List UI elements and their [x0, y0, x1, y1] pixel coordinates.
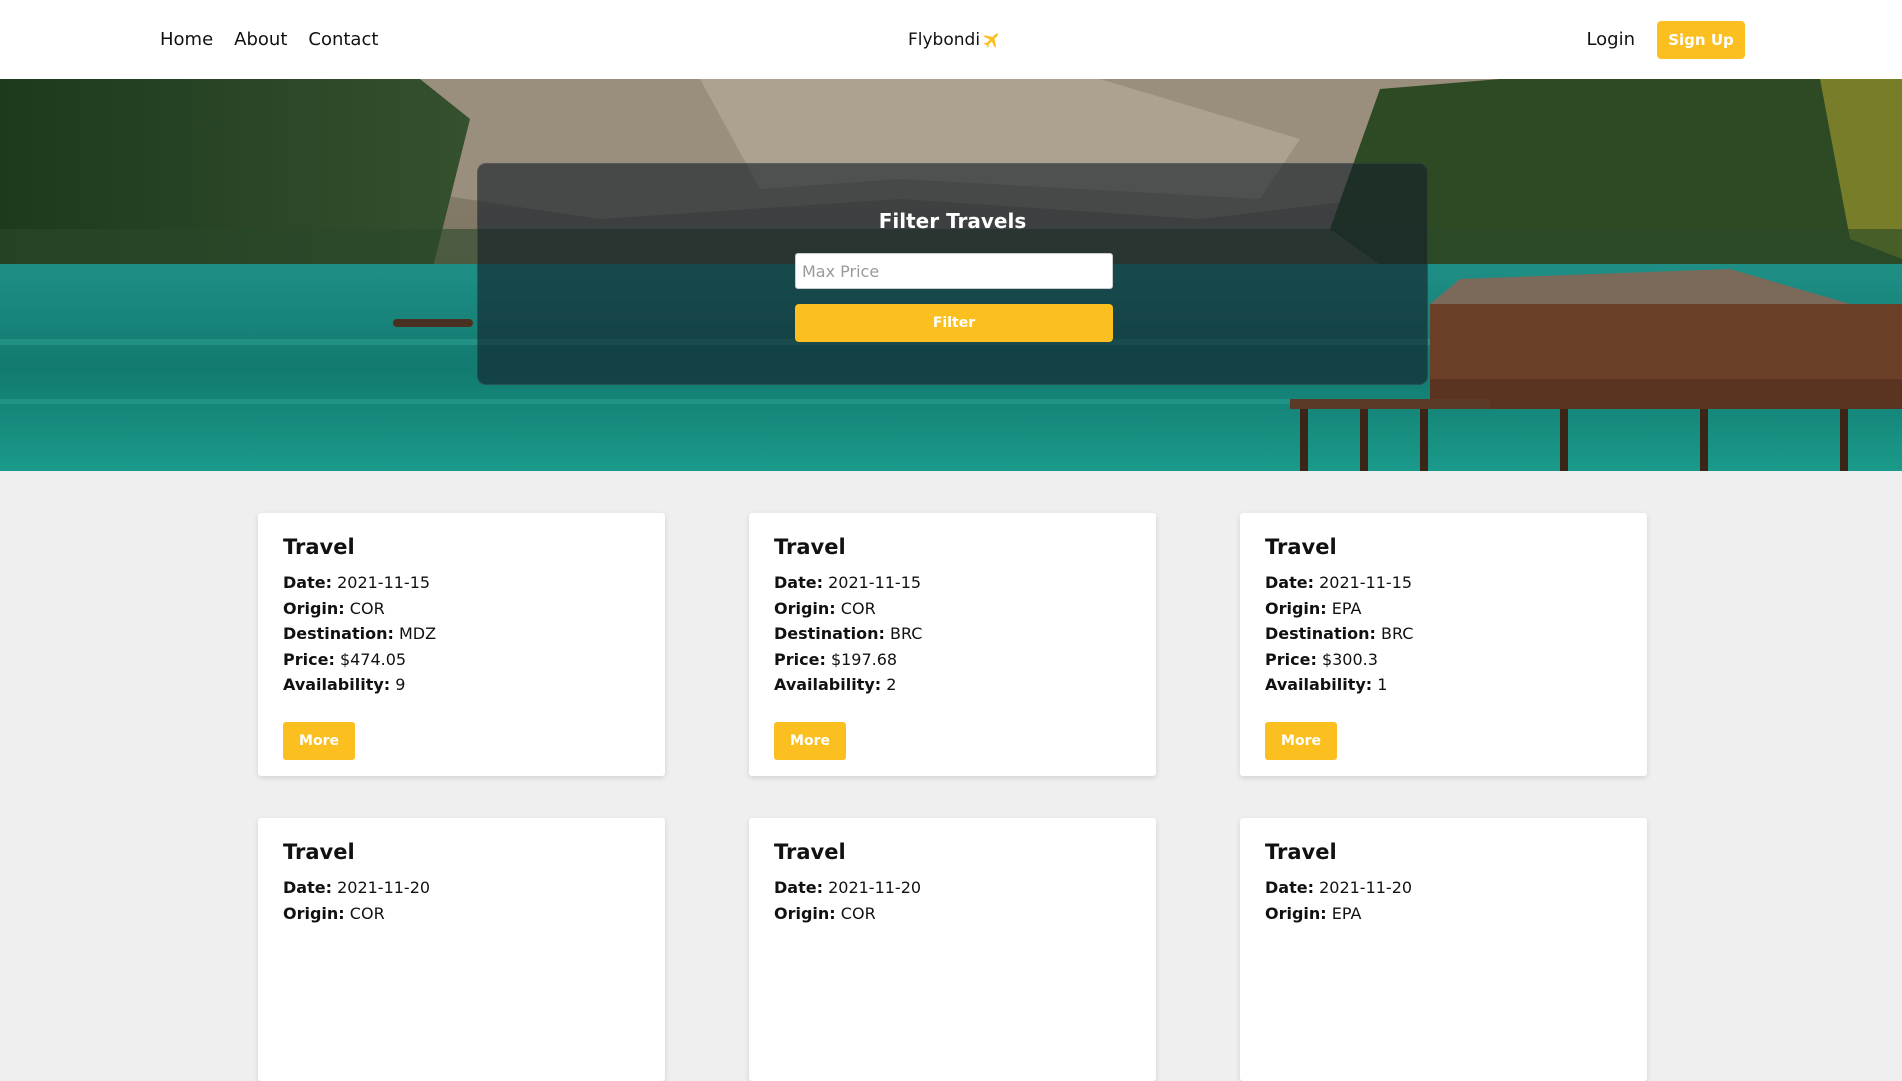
- card-availability: Availability: 9: [283, 675, 406, 694]
- nav-contact-link[interactable]: Contact: [308, 29, 378, 50]
- card-date: Date: 2021-11-15: [283, 573, 431, 592]
- nav-home-link[interactable]: Home: [160, 29, 213, 50]
- auth-nav: Login Sign Up: [1586, 0, 1745, 79]
- card-title: Travel: [283, 535, 355, 559]
- filter-title: Filter Travels: [878, 209, 1027, 233]
- travel-card: Travel Date: 2021-11-20 Origin: EPA: [1240, 818, 1647, 1081]
- card-availability: Availability: 1: [1265, 675, 1388, 694]
- travel-card: Travel Date: 2021-11-20 Origin: COR: [258, 818, 665, 1081]
- card-title: Travel: [283, 840, 355, 864]
- travel-card: Travel Date: 2021-11-15 Origin: COR Dest…: [258, 513, 665, 776]
- filter-panel: Filter Travels Filter: [477, 163, 1428, 385]
- card-origin: Origin: COR: [774, 903, 876, 923]
- card-price: Price: $197.68: [774, 649, 898, 669]
- more-button[interactable]: More: [283, 722, 355, 760]
- card-origin: Origin: COR: [774, 598, 876, 618]
- card-availability: Availability: 2: [774, 675, 897, 694]
- brand-logo[interactable]: Flybondi: [908, 0, 1002, 79]
- more-button[interactable]: More: [774, 722, 846, 760]
- card-destination: Destination: BRC: [1265, 624, 1414, 643]
- max-price-input[interactable]: [795, 253, 1113, 289]
- card-date: Date: 2021-11-20: [1265, 878, 1413, 897]
- filter-button[interactable]: Filter: [795, 304, 1113, 342]
- travel-card: Travel Date: 2021-11-15 Origin: EPA Dest…: [1240, 513, 1647, 776]
- travel-card: Travel Date: 2021-11-20 Origin: COR: [749, 818, 1156, 1081]
- card-destination: Destination: BRC: [774, 624, 923, 643]
- card-origin: Origin: COR: [283, 903, 385, 923]
- brand-name: Flybondi: [908, 29, 981, 50]
- card-date: Date: 2021-11-20: [774, 878, 922, 897]
- main-nav: Home About Contact: [160, 0, 378, 79]
- card-origin: Origin: EPA: [1265, 903, 1362, 923]
- card-title: Travel: [774, 535, 846, 559]
- signup-button[interactable]: Sign Up: [1657, 20, 1745, 59]
- card-title: Travel: [1265, 535, 1337, 559]
- card-title: Travel: [774, 840, 846, 864]
- card-date: Date: 2021-11-15: [774, 573, 922, 592]
- airplane-icon: [982, 30, 1002, 50]
- top-navbar: Home About Contact Flybondi Login Sign U…: [0, 0, 1902, 79]
- card-origin: Origin: EPA: [1265, 598, 1362, 618]
- card-title: Travel: [1265, 840, 1337, 864]
- card-origin: Origin: COR: [283, 598, 385, 618]
- card-destination: Destination: MDZ: [283, 624, 437, 643]
- more-button[interactable]: More: [1265, 722, 1337, 760]
- hero-banner: Filter Travels Filter: [0, 79, 1902, 471]
- card-price: Price: $474.05: [283, 649, 407, 669]
- card-date: Date: 2021-11-20: [283, 878, 431, 897]
- card-date: Date: 2021-11-15: [1265, 573, 1413, 592]
- login-link[interactable]: Login: [1586, 29, 1635, 50]
- card-price: Price: $300.3: [1265, 649, 1378, 669]
- travel-card: Travel Date: 2021-11-15 Origin: COR Dest…: [749, 513, 1156, 776]
- nav-about-link[interactable]: About: [234, 29, 287, 50]
